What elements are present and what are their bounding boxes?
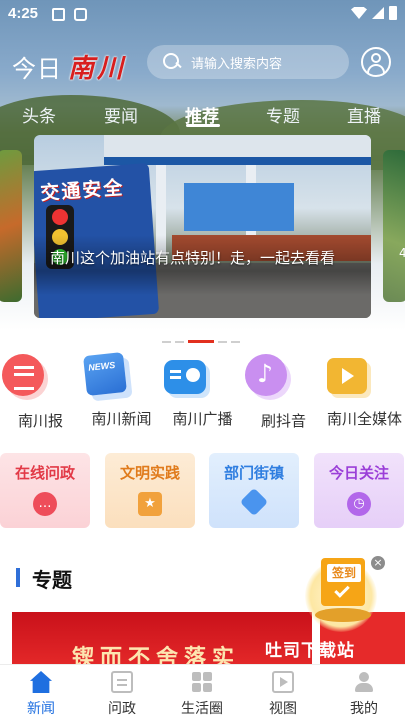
service-card-label: 今日关注 xyxy=(328,464,389,482)
service-card-today-focus[interactable]: 今日关注 ◷ xyxy=(314,453,404,528)
news-icon-text: NEWS xyxy=(87,359,116,373)
watermark-text: 吐司下载站 xyxy=(265,641,355,661)
banner-photo-canopy xyxy=(104,135,371,157)
status-icons xyxy=(351,6,397,20)
status-bar: 4:25 xyxy=(0,0,405,30)
star-box-icon: ★ xyxy=(138,492,162,516)
quick-entry-radio[interactable]: 南川广播 xyxy=(162,352,243,429)
music-note-glyph: ♪ xyxy=(257,359,273,388)
tab-topics[interactable]: 专题 xyxy=(266,102,300,127)
carousel-prev-slide[interactable] xyxy=(0,150,22,302)
quick-entry-newspaper[interactable]: 南川报 xyxy=(0,352,81,431)
tab-live[interactable]: 直播 xyxy=(347,102,381,127)
nav-item-label: 问政 xyxy=(108,701,136,717)
quick-entry-label: 南川全媒体 xyxy=(326,410,402,428)
news-icon: NEWS xyxy=(83,352,127,396)
video-icon xyxy=(272,671,294,693)
search-placeholder: 请输入搜索内容 xyxy=(191,56,283,72)
nav-item-inquiry[interactable]: 问政 xyxy=(87,671,157,718)
carousel-dot xyxy=(175,340,184,343)
quick-entry-label: 刷抖音 xyxy=(260,412,306,430)
banner-photo-board xyxy=(184,183,294,231)
nav-item-video[interactable]: 视图 xyxy=(248,671,318,718)
tab-headline[interactable]: 头条 xyxy=(22,102,56,127)
search-input[interactable]: 请输入搜索内容 xyxy=(147,45,349,79)
carousel-dot xyxy=(231,340,240,343)
quick-entry-media[interactable]: 南川全媒体 xyxy=(324,352,405,429)
section-accent-bar xyxy=(16,568,20,587)
carousel-indicator xyxy=(162,340,240,343)
battery-icon xyxy=(389,6,397,20)
nav-item-life[interactable]: 生活圈 xyxy=(167,671,237,718)
banner-caption: 南川这个加油站有点特别！走，一起去看看 xyxy=(50,249,336,267)
signal-icon xyxy=(372,7,384,19)
clock-icon: ◷ xyxy=(347,492,371,516)
search-icon xyxy=(163,53,181,71)
radio-icon xyxy=(164,360,206,394)
tab-news[interactable]: 要闻 xyxy=(104,102,138,127)
notification-icon xyxy=(52,8,65,21)
user-profile-button[interactable] xyxy=(361,47,391,77)
user-icon xyxy=(367,64,385,73)
nav-item-label: 视图 xyxy=(269,701,297,717)
wifi-icon xyxy=(351,7,367,19)
status-time: 4:25 xyxy=(8,5,39,22)
sign-in-label: 签到 xyxy=(327,564,361,582)
quick-entry-label: 南川新闻 xyxy=(91,410,152,428)
nav-item-news[interactable]: 新闻 xyxy=(6,671,76,718)
app-screen: 4:25 今日 南川 请输入搜索内容 头条 要闻 推荐 专题 直播 4 交通安全… xyxy=(0,0,405,720)
sign-text: 交通安全 xyxy=(39,176,126,205)
carousel-dot xyxy=(162,340,171,343)
nav-item-me[interactable]: 我的 xyxy=(329,671,399,718)
chat-bubble-icon: … xyxy=(33,492,57,516)
nav-item-label: 生活圈 xyxy=(181,701,223,717)
app-logo: 今日 南川 xyxy=(12,48,126,85)
close-icon[interactable]: × xyxy=(371,556,385,570)
sign-in-base xyxy=(315,608,371,622)
nav-item-label: 我的 xyxy=(350,701,378,717)
service-card-civilization-practice[interactable]: 文明实践 ★ xyxy=(105,453,195,528)
sign-in-floating-button[interactable]: 签到 × xyxy=(305,550,385,636)
carousel-banner[interactable]: 交通安全 南川这个加油站有点特别！走，一起去看看 xyxy=(34,135,371,318)
cube-icon xyxy=(239,487,269,517)
carousel-dot xyxy=(218,340,227,343)
clock-glyph: ◷ xyxy=(353,496,365,511)
service-card-departments[interactable]: 部门街镇 xyxy=(209,453,299,528)
service-card-label: 文明实践 xyxy=(119,464,180,482)
logo-name: 南川 xyxy=(68,54,127,84)
next-slide-caption: 4 xyxy=(399,246,405,260)
nav-item-label: 新闻 xyxy=(27,701,55,717)
user-icon xyxy=(353,671,375,693)
grid-icon xyxy=(191,671,213,693)
service-card-online-inquiry[interactable]: 在线问政 … xyxy=(0,453,90,528)
service-card-label: 部门街镇 xyxy=(223,464,284,482)
chat-bubble-glyph: … xyxy=(38,496,52,511)
quick-entry-label: 南川报 xyxy=(17,412,63,430)
star-glyph: ★ xyxy=(144,496,156,511)
notification-icon xyxy=(74,8,87,21)
home-icon xyxy=(30,671,52,693)
service-card-label: 在线问政 xyxy=(14,464,75,482)
douyin-icon: ♪ xyxy=(245,354,287,396)
quick-entry-label: 南川广播 xyxy=(172,410,233,428)
quick-entry-news[interactable]: NEWS 南川新闻 xyxy=(81,352,162,429)
carousel-next-slide[interactable]: 4 xyxy=(383,150,405,302)
newspaper-icon xyxy=(2,354,44,396)
quick-entry-douyin[interactable]: ♪ 刷抖音 xyxy=(243,352,324,431)
section-title: 专题 xyxy=(32,568,72,592)
ask-icon xyxy=(111,671,133,693)
carousel-dot-active xyxy=(188,340,214,343)
bottom-navigation: 新闻 问政 生活圈 视图 我的 xyxy=(0,664,405,720)
media-play-icon xyxy=(327,358,367,394)
user-icon xyxy=(371,53,381,63)
active-tab-indicator xyxy=(186,124,220,127)
logo-prefix: 今日 xyxy=(12,55,62,83)
